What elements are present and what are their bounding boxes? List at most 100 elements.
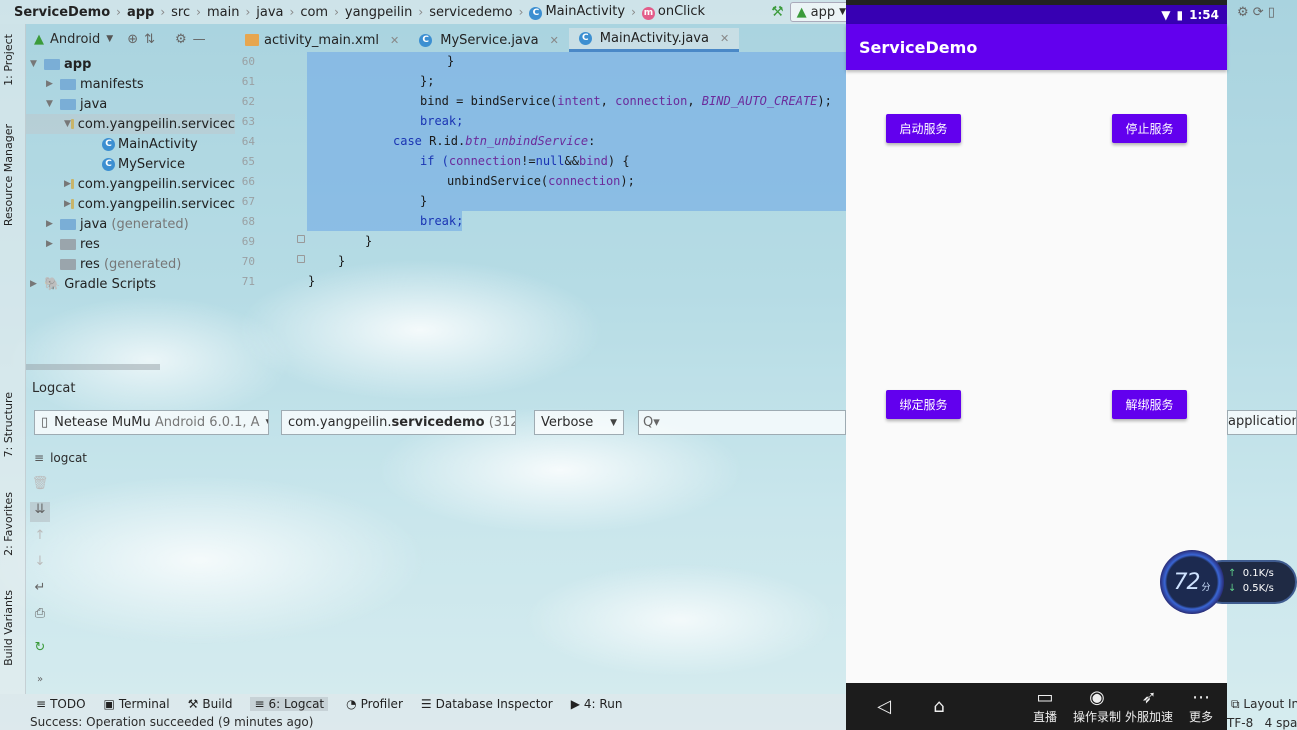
record-button[interactable]: ◉ 操作录制 — [1072, 683, 1122, 730]
fold-marker-icon[interactable] — [297, 255, 305, 263]
logcat-level-select[interactable]: Verbose ▼ — [534, 410, 624, 435]
process-name: servicedemo — [391, 415, 485, 430]
start-service-button[interactable]: 启动服务 — [886, 114, 961, 143]
tree-item-res[interactable]: ▶ res — [26, 234, 235, 254]
tab-resource-manager[interactable]: Resource Manager — [2, 124, 15, 226]
tool-terminal[interactable]: ▣ Terminal — [104, 697, 170, 711]
tree-item-package[interactable]: ▼ com.yangpeilin.servicec — [26, 114, 235, 134]
back-icon[interactable]: ◁ — [874, 683, 894, 730]
tool-layout-inspector[interactable]: ⧉ Layout In — [1231, 697, 1297, 712]
minimize-icon[interactable]: — — [193, 32, 206, 47]
close-icon[interactable]: ✕ — [550, 34, 559, 47]
home-icon[interactable]: ⌂ — [928, 683, 950, 730]
horizontal-scrollbar[interactable] — [26, 364, 160, 370]
bind-service-button[interactable]: 绑定服务 — [886, 390, 961, 419]
more-icon[interactable]: » — [30, 674, 50, 694]
tab-activity-main-xml[interactable]: activity_main.xml ✕ — [235, 28, 409, 52]
tree-item-myservice[interactable]: C MyService — [26, 154, 235, 174]
logcat-device-select[interactable]: ▯ Netease MuMu Android 6.0.1, A ▼ — [34, 410, 269, 435]
tree-item-manifests[interactable]: ▶ manifests — [26, 74, 235, 94]
wifi-icon: ▼ — [1161, 7, 1171, 22]
tab-mainactivity-java[interactable]: C MainActivity.java ✕ — [568, 28, 740, 52]
tool-profiler[interactable]: ◔ Profiler — [346, 697, 403, 711]
collapse-icon[interactable]: ⇅ — [144, 32, 155, 47]
tool-run[interactable]: ▶ 4: Run — [571, 697, 623, 711]
logcat-subtab[interactable]: ≡ logcat — [34, 448, 87, 468]
class-icon: C — [578, 32, 592, 45]
left-tool-strip: 1: Project Resource Manager 7: Structure… — [0, 24, 26, 694]
tree-item-res-generated[interactable]: res (generated) — [26, 254, 235, 274]
tree-item-java-generated[interactable]: ▶ java (generated) — [26, 214, 235, 234]
status-bar: Success: Operation succeeded (9 minutes … — [0, 714, 846, 730]
build-hammer-icon[interactable]: ⚒ — [771, 4, 784, 20]
soft-wrap-icon[interactable]: ↵ — [30, 580, 50, 600]
breadcrumb-project[interactable]: ServiceDemo — [14, 5, 110, 20]
toolbar-icons[interactable]: ⚙ ⟳ ▯ — [1237, 5, 1275, 20]
tree-item-package-test[interactable]: ▶ com.yangpeilin.servicec — [26, 174, 235, 194]
tool-label: Build — [202, 697, 233, 711]
tree-item-app[interactable]: ▼ app — [26, 54, 235, 74]
breadcrumb-servicedemo[interactable]: servicedemo — [429, 5, 512, 20]
logcat-filter-select[interactable]: application — [1227, 410, 1297, 435]
trash-icon[interactable]: 🗑 — [30, 476, 50, 496]
arrow-up-icon[interactable]: ↑ — [30, 528, 50, 548]
hammer-icon: ⚒ — [187, 697, 199, 711]
upload-speed: ↑ 0.1K/s — [1228, 568, 1274, 579]
tool-logcat[interactable]: ≡ 6: Logcat — [250, 697, 329, 711]
tv-icon: ▭ — [1036, 687, 1054, 708]
breadcrumb-com[interactable]: com — [300, 5, 328, 20]
tab-build-variants[interactable]: Build Variants — [2, 590, 15, 666]
breadcrumb-yangpeilin[interactable]: yangpeilin — [345, 5, 412, 20]
line-number: 70 — [241, 255, 255, 268]
stop-service-button[interactable]: 停止服务 — [1112, 114, 1187, 143]
tool-build[interactable]: ⚒ Build — [188, 697, 233, 711]
breadcrumb-main[interactable]: main — [207, 5, 239, 20]
unbind-service-button[interactable]: 解绑服务 — [1112, 390, 1187, 419]
tree-item-package-androidtest[interactable]: ▶ com.yangpeilin.servicec — [26, 194, 235, 214]
run-config-select[interactable]: ▲ app ▼ — [789, 2, 854, 22]
accelerate-button[interactable]: ➶ 外服加速 — [1124, 683, 1174, 730]
close-icon[interactable]: ✕ — [720, 32, 729, 45]
more-button[interactable]: ⋯ 更多 — [1184, 683, 1218, 730]
tool-todo[interactable]: ≡ TODO — [36, 697, 86, 711]
gear-icon[interactable]: ⚙ — [175, 32, 187, 47]
restart-icon[interactable]: ↻ — [30, 640, 50, 660]
tree-item-label: com.yangpeilin.servicec — [77, 176, 235, 192]
chevron-down-icon[interactable]: ▼ — [106, 34, 113, 44]
tree-item-label: com.yangpeilin.servicec — [77, 116, 235, 132]
breadcrumb-class[interactable]: C MainActivity — [529, 4, 625, 20]
method-icon: m — [641, 7, 655, 20]
locate-icon[interactable]: ⊕ — [127, 32, 138, 47]
close-icon[interactable]: ✕ — [390, 34, 399, 47]
app-title: ServiceDemo — [859, 37, 978, 57]
tree-item-mainactivity[interactable]: C MainActivity — [26, 134, 235, 154]
tab-project[interactable]: 1: Project — [2, 34, 15, 86]
device-name: Netease MuMu — [54, 415, 151, 430]
scroll-to-end-icon[interactable]: ⇊ — [30, 502, 50, 522]
network-speed-widget[interactable]: 72 分 ↑ 0.1K/s ↓ 0.5K/s — [1160, 550, 1297, 614]
tool-database-inspector[interactable]: ☰ Database Inspector — [421, 697, 553, 711]
arrow-down-icon[interactable]: ↓ — [30, 554, 50, 574]
tree-item-java[interactable]: ▼ java — [26, 94, 235, 114]
breadcrumb-module[interactable]: app — [127, 5, 154, 20]
breadcrumb-java[interactable]: java — [256, 5, 283, 20]
fold-marker-icon[interactable] — [297, 235, 305, 243]
live-button[interactable]: ▭ 直播 — [1028, 683, 1062, 730]
encoding[interactable]: TF-8 — [1227, 716, 1253, 730]
upload-speed-value: 0.1K/s — [1242, 568, 1274, 579]
download-speed: ↓ 0.5K/s — [1228, 583, 1274, 594]
project-view-mode[interactable]: Android — [50, 32, 100, 47]
tree-item-gradle-scripts[interactable]: ▶ 🐘 Gradle Scripts — [26, 274, 235, 294]
logcat-process-select[interactable]: com.yangpeilin.servicedemo (3124) ▼ — [281, 410, 516, 435]
print-icon[interactable]: ⎙ — [30, 606, 50, 626]
tab-myservice-java[interactable]: C MyService.java ✕ — [409, 28, 569, 52]
breadcrumb-class-label: MainActivity — [545, 4, 626, 19]
tab-structure[interactable]: 7: Structure — [2, 392, 15, 457]
tab-label: MyService.java — [440, 32, 539, 48]
code-editor[interactable]: } }; bind = bindService(intent, connecti… — [307, 52, 846, 372]
tab-favorites[interactable]: 2: Favorites — [2, 492, 15, 556]
breadcrumb-src[interactable]: src — [171, 5, 190, 20]
breadcrumb-method[interactable]: m onClick — [641, 4, 705, 20]
indent[interactable]: 4 spac — [1265, 716, 1297, 730]
logcat-search-input[interactable]: Q▾ — [638, 410, 846, 435]
